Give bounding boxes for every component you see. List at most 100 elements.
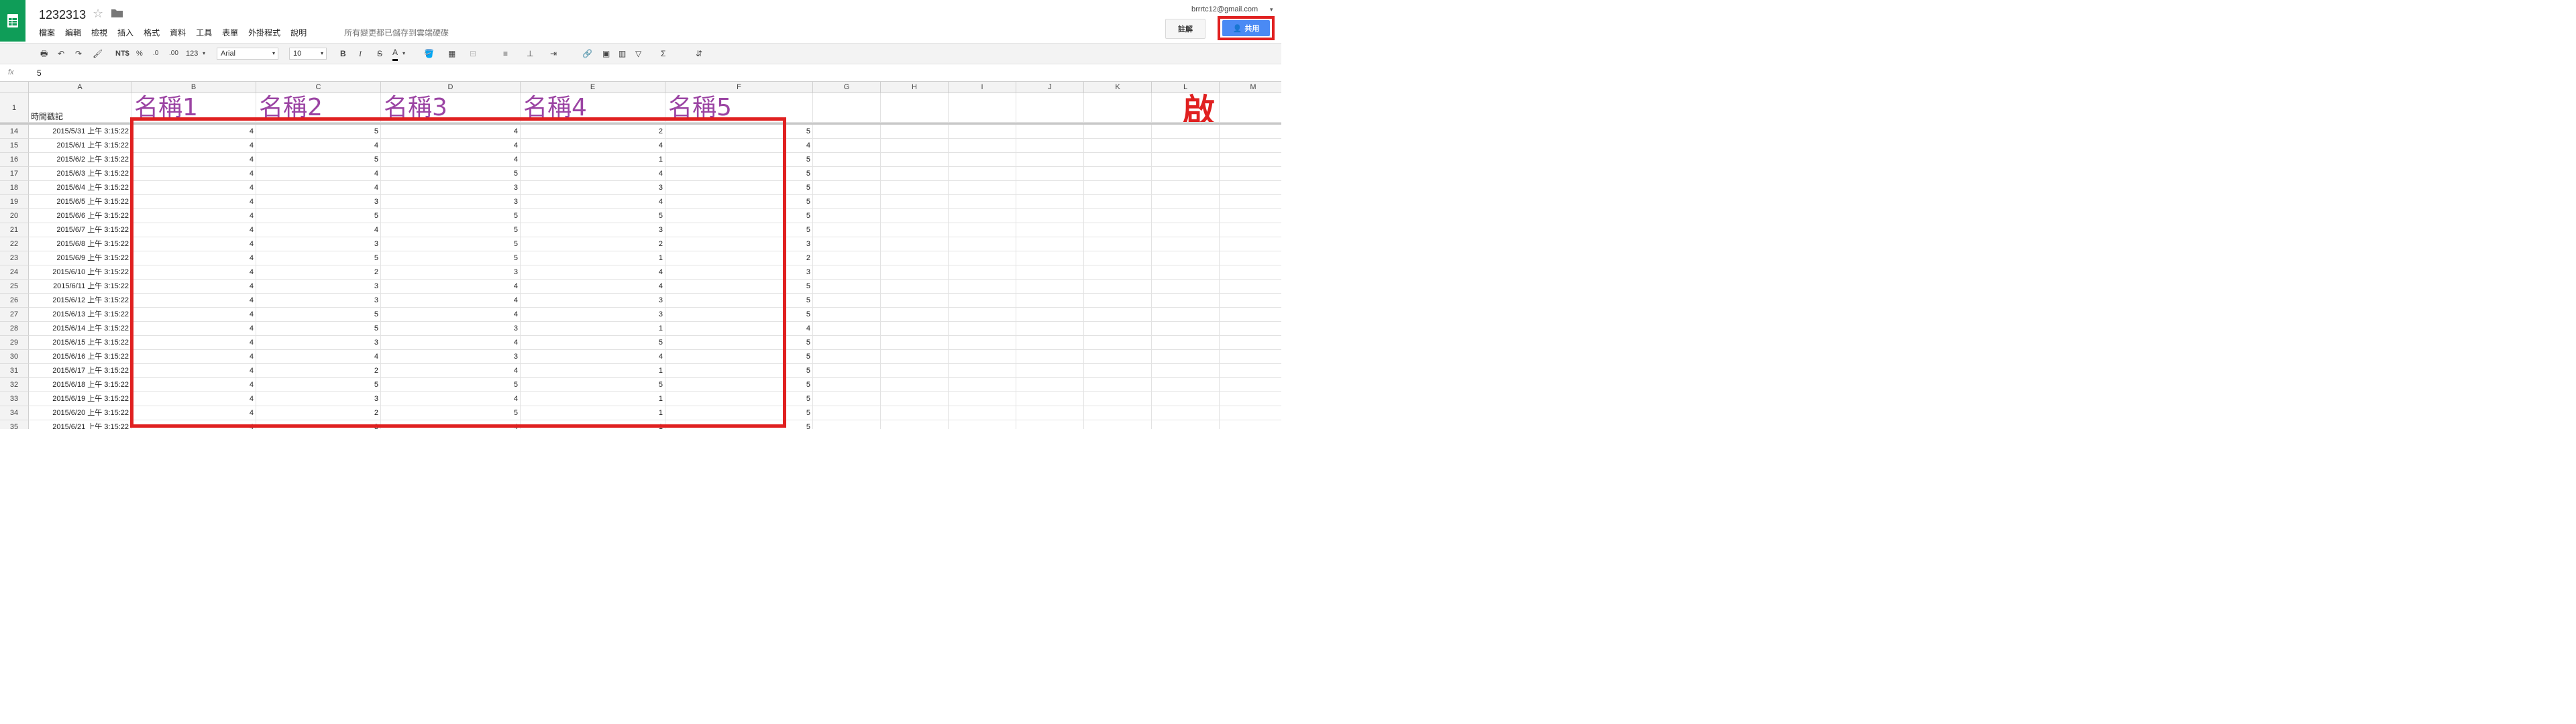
table-cell[interactable]: 5 (256, 153, 381, 167)
table-cell[interactable]: 5 (665, 308, 813, 322)
table-cell[interactable] (1152, 195, 1220, 209)
table-cell[interactable] (949, 195, 1016, 209)
table-header-cell[interactable]: 名稱5 (665, 93, 813, 123)
account-dropdown-icon[interactable]: ▾ (1270, 6, 1273, 13)
table-cell[interactable]: 5 (665, 294, 813, 308)
table-cell[interactable]: 5 (521, 209, 665, 223)
table-cell[interactable] (1084, 223, 1152, 237)
table-cell[interactable]: 2015/6/15 上午 3:15:22 (29, 336, 131, 350)
table-cell[interactable]: 2015/6/4 上午 3:15:22 (29, 181, 131, 195)
table-cell[interactable] (1220, 378, 1281, 392)
table-cell[interactable] (881, 223, 949, 237)
row-header[interactable]: 22 (0, 237, 29, 251)
table-cell[interactable] (949, 265, 1016, 280)
table-cell[interactable]: 5 (256, 322, 381, 336)
menu-item[interactable]: 工具 (196, 27, 217, 38)
table-cell[interactable] (949, 93, 1016, 123)
table-cell[interactable]: 2015/6/17 上午 3:15:22 (29, 364, 131, 378)
menu-item[interactable]: 插入 (117, 27, 138, 38)
column-header[interactable]: B (131, 82, 256, 93)
table-cell[interactable]: 5 (665, 280, 813, 294)
table-cell[interactable]: 2015/6/3 上午 3:15:22 (29, 167, 131, 181)
table-cell[interactable]: 5 (381, 378, 521, 392)
table-cell[interactable]: 時間戳記 (29, 93, 131, 123)
table-cell[interactable]: 2 (521, 125, 665, 139)
table-cell[interactable]: 5 (665, 392, 813, 406)
table-cell[interactable]: 3 (521, 181, 665, 195)
table-cell[interactable]: 1 (521, 406, 665, 420)
row-header[interactable]: 17 (0, 167, 29, 181)
table-cell[interactable] (813, 280, 881, 294)
table-cell[interactable] (1084, 336, 1152, 350)
menu-item[interactable]: 編輯 (65, 27, 86, 38)
table-cell[interactable] (1016, 125, 1084, 139)
table-cell[interactable]: 3 (256, 237, 381, 251)
table-cell[interactable] (1152, 280, 1220, 294)
table-cell[interactable]: 4 (381, 420, 521, 429)
table-cell[interactable] (1084, 392, 1152, 406)
table-cell[interactable] (1084, 195, 1152, 209)
table-cell[interactable]: 3 (381, 181, 521, 195)
table-cell[interactable] (1152, 167, 1220, 181)
table-cell[interactable] (949, 153, 1016, 167)
vertical-align-icon[interactable]: ⊥ (527, 48, 533, 59)
row-header[interactable]: 15 (0, 139, 29, 153)
table-cell[interactable] (1220, 364, 1281, 378)
table-cell[interactable]: 1 (521, 392, 665, 406)
column-header[interactable]: K (1084, 82, 1152, 93)
table-cell[interactable] (949, 364, 1016, 378)
table-cell[interactable]: 4 (521, 139, 665, 153)
table-cell[interactable]: 5 (256, 209, 381, 223)
table-cell[interactable] (1220, 125, 1281, 139)
table-cell[interactable] (1016, 153, 1084, 167)
table-cell[interactable] (1152, 336, 1220, 350)
row-header[interactable]: 20 (0, 209, 29, 223)
table-cell[interactable] (949, 420, 1016, 429)
table-cell[interactable] (1152, 251, 1220, 265)
table-cell[interactable] (813, 195, 881, 209)
table-cell[interactable] (1016, 350, 1084, 364)
table-cell[interactable] (1084, 350, 1152, 364)
table-cell[interactable] (1152, 153, 1220, 167)
table-cell[interactable] (881, 308, 949, 322)
table-cell[interactable] (1152, 139, 1220, 153)
table-cell[interactable]: 5 (381, 237, 521, 251)
save-status[interactable]: 所有變更都已儲存到雲端硬碟 (344, 27, 449, 38)
column-header[interactable]: J (1016, 82, 1084, 93)
table-cell[interactable] (1220, 265, 1281, 280)
table-cell[interactable]: 3 (256, 336, 381, 350)
table-cell[interactable]: 2015/6/11 上午 3:15:22 (29, 280, 131, 294)
table-cell[interactable]: 4 (131, 223, 256, 237)
table-cell[interactable] (881, 350, 949, 364)
table-cell[interactable]: 5 (381, 251, 521, 265)
table-cell[interactable] (1152, 125, 1220, 139)
table-cell[interactable] (1220, 350, 1281, 364)
formula-input[interactable]: 5 (37, 68, 42, 78)
table-cell[interactable]: 3 (256, 392, 381, 406)
table-cell[interactable] (881, 265, 949, 280)
table-cell[interactable] (813, 378, 881, 392)
table-cell[interactable] (813, 322, 881, 336)
table-cell[interactable] (881, 139, 949, 153)
table-cell[interactable] (949, 322, 1016, 336)
table-cell[interactable]: 4 (256, 181, 381, 195)
row-header[interactable]: 26 (0, 294, 29, 308)
table-cell[interactable] (813, 336, 881, 350)
table-cell[interactable] (949, 392, 1016, 406)
table-cell[interactable]: 1 (521, 251, 665, 265)
table-cell[interactable]: 3 (665, 237, 813, 251)
table-cell[interactable] (1220, 153, 1281, 167)
redo-icon[interactable]: ↷ (75, 48, 82, 59)
table-cell[interactable] (1084, 294, 1152, 308)
insert-chart-icon[interactable]: ▥ (619, 48, 626, 59)
table-cell[interactable] (1152, 181, 1220, 195)
table-cell[interactable]: 4 (131, 181, 256, 195)
table-cell[interactable]: 4 (256, 350, 381, 364)
table-cell[interactable]: 5 (665, 406, 813, 420)
table-cell[interactable] (949, 350, 1016, 364)
table-cell[interactable]: 5 (521, 336, 665, 350)
column-header[interactable]: H (881, 82, 949, 93)
table-cell[interactable] (813, 223, 881, 237)
table-cell[interactable] (881, 209, 949, 223)
table-cell[interactable] (1016, 406, 1084, 420)
